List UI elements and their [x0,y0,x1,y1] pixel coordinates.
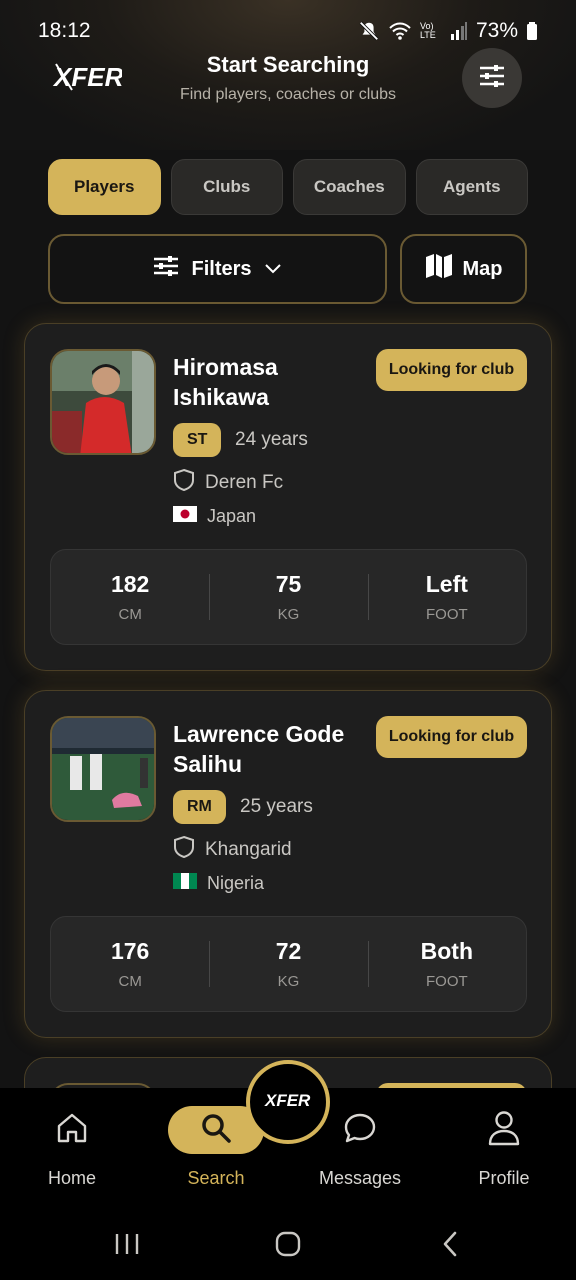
filters-label: Filters [191,257,252,280]
stat-value: 72 [275,938,302,964]
settings-button[interactable] [462,48,522,108]
player-name: Lawrence Gode Salihu [173,721,345,777]
stat-unit: FOOT [425,606,468,623]
tab-players[interactable]: Players [48,159,161,215]
country-name: Japan [207,506,257,526]
nav-icon-wrap [456,1106,552,1154]
app-header: XFER Start Searching Find players, coach… [0,48,576,110]
nigeria-flag-icon [173,873,197,894]
wifi-icon [388,21,412,41]
stat-value: 176 [110,938,150,964]
status-time: 18:12 [38,19,91,42]
nav-home[interactable]: Home [0,1088,144,1208]
stat-foot: Both FOOT [367,917,526,1011]
battery-icon [526,21,538,41]
club-row: Deren Fc [173,468,283,498]
stat-height: 176 CM [51,917,209,1011]
stat-value: 182 [110,571,150,597]
player-name: Hiromasa Ishikawa [173,354,278,410]
stat-unit: CM [118,606,142,623]
tab-agents[interactable]: Agents [415,159,528,215]
center-logo-text: XFER [264,1091,311,1110]
mute-icon [358,20,380,42]
stat-value: 75 [275,571,302,597]
user-icon [487,1110,521,1151]
club-name: Khangarid [205,839,292,860]
player-stats: 176 CM 72 KG Both FOOT [50,916,527,1012]
search-icon [200,1112,232,1149]
player-stats: 182 CM 75 KG Left FOOT [50,549,527,645]
center-logo-button[interactable]: XFER [246,1060,330,1144]
club-row: Khangarid [173,835,292,865]
filters-button[interactable]: Filters [48,234,387,304]
player-card[interactable]: Lawrence Gode Salihu Looking for club RM… [24,690,552,1038]
country-row: Japan [173,506,256,527]
nav-profile[interactable]: Profile [432,1088,576,1208]
country-name: Nigeria [207,873,265,893]
country-row: Nigeria [173,873,264,894]
map-label: Map [462,257,503,280]
map-icon [425,253,453,285]
home-icon [55,1111,89,1150]
player-photo [50,349,156,455]
player-photo [50,716,156,822]
nav-label: Messages [318,1168,402,1188]
home-nav-icon[interactable] [275,1231,301,1262]
tab-coaches[interactable]: Coaches [293,159,406,215]
position-badge: RM [173,790,226,824]
stat-height: 182 CM [51,550,209,644]
japan-flag-icon [173,506,197,527]
stat-foot: Left FOOT [367,550,526,644]
map-button[interactable]: Map [400,234,527,304]
signal-icon [450,21,468,41]
stat-value: Both [420,938,473,964]
stat-unit: FOOT [425,973,468,990]
stat-weight: 75 KG [209,550,367,644]
club-name: Deren Fc [205,472,284,493]
position-badge: ST [173,423,222,457]
system-navigation-bar [0,1208,576,1280]
stat-unit: KG [277,973,300,990]
status-badge: Looking for club [376,349,527,391]
stat-weight: 72 KG [209,917,367,1011]
player-card[interactable]: Hiromasa Ishikawa Looking for club ST 24… [24,323,552,671]
stat-value: Left [425,571,468,597]
filter-sliders-icon [153,255,179,283]
player-age: 25 years [240,796,313,817]
nav-icon-wrap [24,1106,120,1154]
shield-icon [173,468,195,498]
xfer-logo-icon: XFER [263,1086,313,1119]
sliders-icon [478,64,506,93]
battery-level: 73% [475,19,518,42]
stat-unit: CM [118,973,142,990]
tab-clubs[interactable]: Clubs [170,159,283,215]
back-icon[interactable] [440,1230,460,1263]
nav-label: Search [187,1168,245,1188]
player-age: 24 years [235,429,308,450]
stat-unit: KG [277,606,300,623]
status-indicators: Vo) LTE 73% [358,19,538,43]
network-label: Vo) LTE [419,21,436,40]
status-badge: Looking for club [376,716,527,758]
recent-apps-icon[interactable] [114,1232,140,1261]
nav-label: Profile [478,1168,530,1188]
shield-icon [173,835,195,865]
chevron-down-icon [264,258,282,281]
chat-icon [343,1111,377,1150]
nav-label: Home [47,1168,96,1188]
category-tabs: Players Clubs Coaches Agents [48,159,528,215]
